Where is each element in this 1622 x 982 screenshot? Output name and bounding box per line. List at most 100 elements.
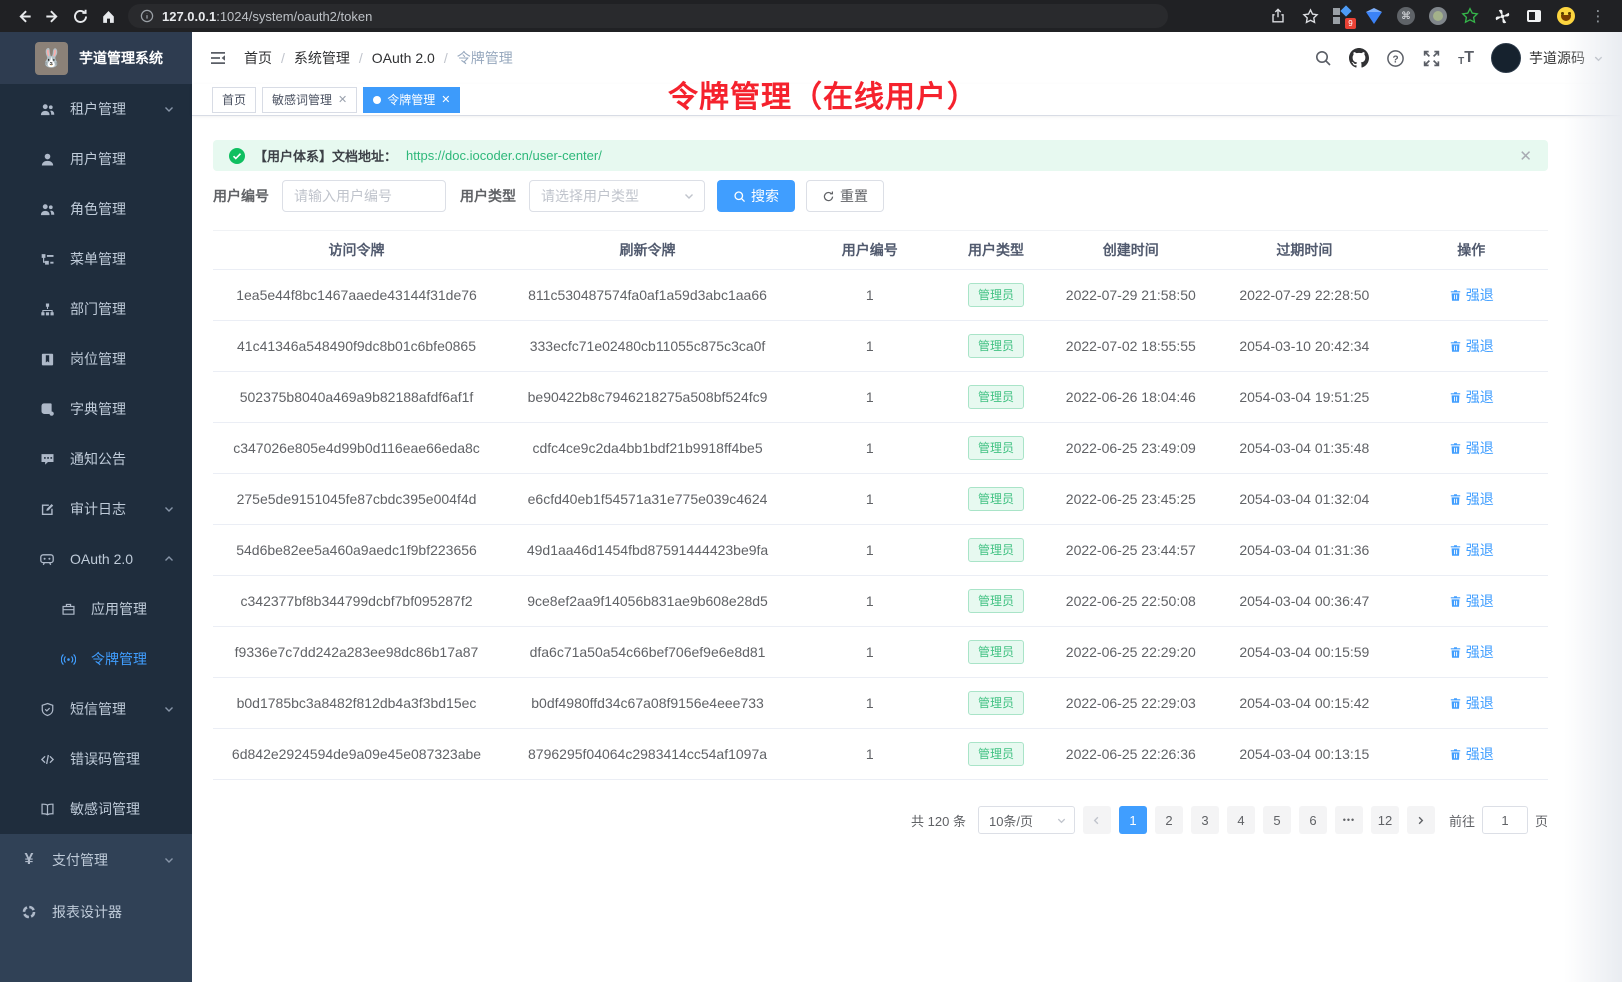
command-extension-icon[interactable]: ⌘	[1392, 2, 1420, 30]
app-logo[interactable]: 🐰 芋道管理系统	[0, 32, 192, 84]
back-icon[interactable]	[10, 2, 38, 30]
close-icon[interactable]: ✕	[441, 93, 450, 106]
force-logout-button[interactable]: 强退	[1449, 540, 1494, 560]
user-type-select[interactable]: 请选择用户类型	[529, 180, 705, 212]
tags-view-bar: 首页 敏感词管理 ✕ 令牌管理 ✕	[192, 84, 1622, 116]
prev-page-button[interactable]	[1083, 806, 1111, 834]
total-count-label: 共 120 条	[911, 811, 966, 830]
page-button-2[interactable]: 2	[1155, 806, 1183, 834]
sidebar-item-audit-log[interactable]: 审计日志	[0, 484, 192, 534]
force-logout-button[interactable]: 强退	[1449, 285, 1494, 305]
user-type-tag: 管理员	[968, 283, 1024, 307]
page-button-4[interactable]: 4	[1227, 806, 1255, 834]
goto-label: 前往	[1449, 811, 1475, 830]
table-row: 41c41346a548490f9dc8b01c6bfe0865 333ecfc…	[213, 321, 1548, 372]
tab-home[interactable]: 首页	[212, 87, 256, 113]
extension-grid-icon[interactable]: 9	[1328, 2, 1356, 30]
record-extension-icon[interactable]	[1424, 2, 1452, 30]
sidebar: 🐰 芋道管理系统 租户管理 用户管理 角色管	[0, 32, 192, 982]
sidebar-item-oauth2[interactable]: OAuth 2.0	[0, 534, 192, 584]
sidebar-item-oauth2-app[interactable]: 应用管理	[0, 584, 192, 634]
sidebar-item-notice[interactable]: 通知公告	[0, 434, 192, 484]
sidebar-collapse-icon[interactable]	[208, 48, 228, 68]
user-icon	[39, 151, 55, 167]
help-icon[interactable]: ?	[1386, 49, 1405, 68]
github-icon[interactable]	[1349, 48, 1369, 68]
sidebar-item-role[interactable]: 角色管理	[0, 184, 192, 234]
page-button-5[interactable]: 5	[1263, 806, 1291, 834]
user-id-input[interactable]	[282, 180, 446, 212]
user-menu[interactable]: 芋道源码	[1491, 43, 1604, 73]
gem-extension-icon[interactable]	[1360, 2, 1388, 30]
audit-log-icon	[39, 501, 55, 517]
app-title: 芋道管理系统	[79, 48, 163, 68]
page-button-3[interactable]: 3	[1191, 806, 1219, 834]
sidebar-item-tenant[interactable]: 租户管理	[0, 84, 192, 134]
search-button[interactable]: 搜索	[717, 180, 795, 212]
share-icon[interactable]	[1264, 2, 1292, 30]
site-info-icon[interactable]	[140, 9, 154, 23]
expires-at-cell: 2054-03-04 01:35:48	[1214, 423, 1394, 474]
force-logout-button[interactable]: 强退	[1449, 591, 1494, 611]
sidebar-item-label: 角色管理	[70, 199, 126, 219]
forward-icon[interactable]	[38, 2, 66, 30]
profile-avatar-icon[interactable]	[1552, 2, 1580, 30]
address-bar[interactable]: 127.0.0.1:1024/system/oauth2/token	[128, 4, 1168, 28]
sidebar-item-label: 通知公告	[70, 449, 126, 469]
table-row: 1ea5e44f8bc1467aaede43144f31de76 811c530…	[213, 270, 1548, 321]
tab-sensitive-word[interactable]: 敏感词管理 ✕	[262, 87, 357, 113]
home-icon[interactable]	[94, 2, 122, 30]
sidebar-item-oauth2-token[interactable]: 令牌管理	[0, 634, 192, 684]
breadcrumb-home[interactable]: 首页	[244, 48, 272, 68]
browser-menu-icon[interactable]: ⋮	[1584, 2, 1612, 30]
created-at-cell: 2022-06-25 22:29:03	[1047, 678, 1214, 729]
next-page-button[interactable]	[1407, 806, 1435, 834]
force-logout-button[interactable]: 强退	[1449, 744, 1494, 764]
reload-icon[interactable]	[66, 2, 94, 30]
close-icon[interactable]: ✕	[1519, 147, 1532, 165]
more-pages-button[interactable]: •••	[1335, 806, 1363, 834]
breadcrumb-system[interactable]: 系统管理	[294, 48, 350, 68]
url-text[interactable]: 127.0.0.1:1024/system/oauth2/token	[162, 9, 372, 24]
breadcrumb-oauth2[interactable]: OAuth 2.0	[372, 50, 435, 66]
sidebar-item-user[interactable]: 用户管理	[0, 134, 192, 184]
force-logout-button[interactable]: 强退	[1449, 387, 1494, 407]
goto-page-input[interactable]	[1482, 806, 1528, 834]
sidebar-item-post[interactable]: 岗位管理	[0, 334, 192, 384]
page-button-6[interactable]: 6	[1299, 806, 1327, 834]
sidebar-item-payment[interactable]: ¥ 支付管理	[0, 834, 192, 886]
sidebar-item-sensitive-word[interactable]: 敏感词管理	[0, 784, 192, 834]
search-icon[interactable]	[1314, 49, 1332, 67]
force-logout-button[interactable]: 强退	[1449, 642, 1494, 662]
user-id-cell: 1	[795, 576, 945, 627]
expires-at-cell: 2054-03-04 00:15:42	[1214, 678, 1394, 729]
reset-button[interactable]: 重置	[806, 180, 884, 212]
sidebar-item-error-code[interactable]: 错误码管理	[0, 734, 192, 784]
green-star-extension-icon[interactable]	[1456, 2, 1484, 30]
sidebar-item-dict[interactable]: 字典管理	[0, 384, 192, 434]
tab-token[interactable]: 令牌管理 ✕	[363, 87, 460, 113]
close-icon[interactable]: ✕	[338, 93, 347, 106]
page-jumper: 前往 页	[1449, 806, 1548, 834]
font-size-icon[interactable]: TT	[1458, 49, 1474, 67]
page-size-select[interactable]: 10条/页	[978, 806, 1075, 834]
sidebar-item-dept[interactable]: 部门管理	[0, 284, 192, 334]
side-panel-icon[interactable]	[1520, 2, 1548, 30]
sidebar-item-menu[interactable]: 菜单管理	[0, 234, 192, 284]
force-logout-button[interactable]: 强退	[1449, 438, 1494, 458]
caret-down-icon	[1593, 53, 1604, 64]
force-logout-button[interactable]: 强退	[1449, 336, 1494, 356]
breadcrumb-separator: /	[444, 50, 448, 66]
bookmark-star-icon[interactable]	[1296, 2, 1324, 30]
sidebar-item-label: 报表设计器	[52, 902, 122, 922]
page-button-12[interactable]: 12	[1371, 806, 1399, 834]
doc-link[interactable]: https://doc.iocoder.cn/user-center/	[406, 148, 602, 163]
page-button-1[interactable]: 1	[1119, 806, 1147, 834]
force-logout-button[interactable]: 强退	[1449, 693, 1494, 713]
sidebar-item-report-designer[interactable]: 报表设计器	[0, 886, 192, 938]
table-row: b0d1785bc3a8482f812db4a3f3bd15ec b0df498…	[213, 678, 1548, 729]
force-logout-button[interactable]: 强退	[1449, 489, 1494, 509]
fullscreen-icon[interactable]	[1422, 49, 1441, 68]
sidebar-item-sms[interactable]: 短信管理	[0, 684, 192, 734]
pinwheel-extension-icon[interactable]	[1488, 2, 1516, 30]
